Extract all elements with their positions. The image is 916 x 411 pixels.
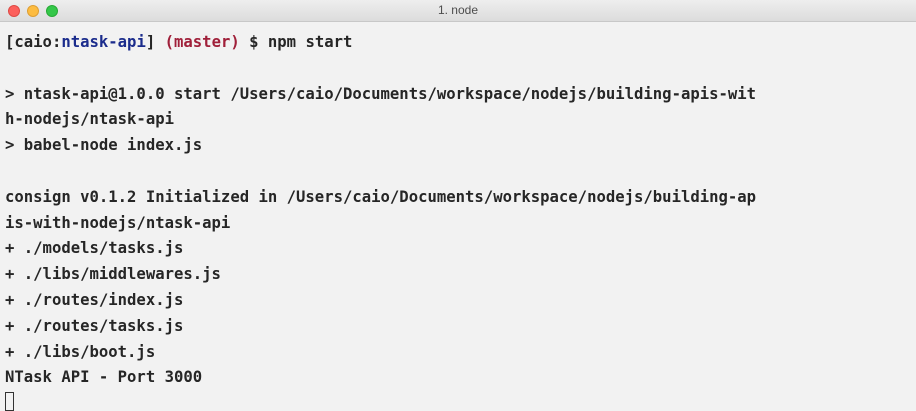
output-line: + ./routes/index.js (5, 290, 184, 309)
output-line: > ntask-api@1.0.0 start /Users/caio/Docu… (5, 84, 757, 103)
output-line: + ./models/tasks.js (5, 239, 184, 258)
output-line: is-with-nodejs/ntask-api (5, 213, 231, 232)
output-line: > babel-node index.js (5, 136, 203, 155)
output-line: + ./libs/boot.js (5, 342, 156, 361)
output-line: h-nodejs/ntask-api (5, 110, 174, 129)
prompt-user: caio: (14, 33, 62, 51)
output-line: + ./libs/middlewares.js (5, 265, 221, 284)
prompt-open-bracket: [ (5, 33, 15, 51)
terminal-window: 1. node [caio:ntask-api] (master) $ npm … (0, 0, 916, 411)
window-title: 1. node (437, 3, 479, 17)
cursor-line (5, 391, 916, 411)
title-bar: 1. node (0, 0, 916, 22)
prompt-branch: (master) (164, 33, 240, 51)
output-line: + ./routes/tasks.js (5, 316, 184, 335)
terminal-cursor (5, 392, 14, 411)
prompt-close-bracket: ] (145, 33, 156, 51)
prompt-symbol: $ (249, 33, 259, 51)
output-line: consign v0.1.2 Initialized in /Users/cai… (5, 187, 757, 206)
output-line: NTask API - Port 3000 (5, 368, 203, 387)
prompt-line: [caio:ntask-api] (master) $ npm start (5, 30, 916, 56)
prompt-command: npm start (267, 33, 353, 51)
prompt-directory: ntask-api (61, 33, 146, 51)
terminal-output[interactable]: [caio:ntask-api] (master) $ npm start > … (0, 22, 916, 411)
